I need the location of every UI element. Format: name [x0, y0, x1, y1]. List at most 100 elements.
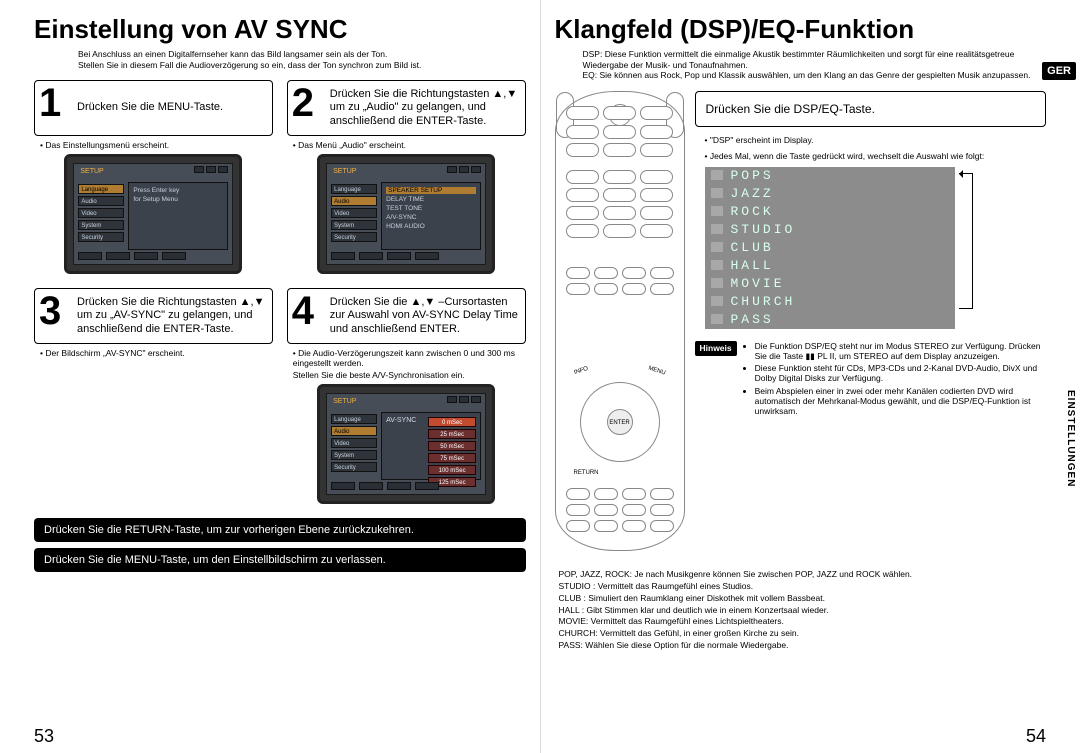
tv4-av0: 0 mSec	[428, 417, 476, 427]
step-2-num: 2	[292, 83, 314, 123]
tv4-av2: 50 mSec	[428, 441, 476, 451]
step-4-num: 4	[292, 291, 314, 331]
remote-num-btn[interactable]	[640, 206, 673, 220]
remote-btn[interactable]	[603, 106, 636, 120]
remote-btn[interactable]	[650, 520, 674, 532]
remote-num-btn[interactable]	[566, 224, 599, 238]
remote-num-btn[interactable]	[603, 170, 636, 184]
dsp-mode: CHURCH	[705, 293, 955, 311]
glossary-line: CHURCH: Vermittelt das Gefühl, in einer …	[559, 628, 1047, 640]
mode-glossary: POP, JAZZ, ROCK: Je nach Musikgenre könn…	[559, 569, 1047, 652]
tv4-av4: 100 mSec	[428, 465, 476, 475]
remote-btn[interactable]	[603, 125, 636, 139]
tv1-li-2: Video	[78, 208, 124, 218]
tv1-li-3: System	[78, 220, 124, 230]
remote-btn[interactable]	[622, 504, 646, 516]
dsp-instruction: Drücken Sie die DSP/EQ-Taste.	[695, 91, 1047, 127]
glossary-line: STUDIO : Vermittelt das Raumgefühl eines…	[559, 581, 1047, 593]
remote-num-btn[interactable]	[603, 188, 636, 202]
return-bar: Drücken Sie die RETURN-Taste, um zur vor…	[34, 518, 526, 542]
section-label: EINSTELLUNGEN	[1065, 390, 1076, 487]
remote-transport-btn[interactable]	[566, 267, 590, 279]
remote-btn[interactable]	[650, 488, 674, 500]
dsp-note-1: • "DSP" erscheint im Display.	[705, 135, 1047, 145]
remote-btn[interactable]	[622, 520, 646, 532]
dsp-panel: Drücken Sie die DSP/EQ-Taste. • "DSP" er…	[695, 91, 1047, 551]
tv1-li-0: Language	[78, 184, 124, 194]
dsp-mode: CLUB	[705, 239, 955, 257]
hinweis-badge: Hinweis	[695, 341, 737, 356]
page-num-left: 53	[34, 726, 54, 747]
dsp-mode: MOVIE	[705, 275, 955, 293]
tv1-hint1: Press Enter key	[133, 187, 223, 194]
remote-transport-btn[interactable]	[594, 283, 618, 295]
remote-btn[interactable]	[566, 143, 599, 157]
dsp-mode: HALL	[705, 257, 955, 275]
hinweis-item: Beim Abspielen einer in zwei oder mehr K…	[755, 386, 1046, 417]
step-4-text: Drücken Sie die ▲,▼ –Cursortasten zur Au…	[330, 296, 519, 337]
step-3-text: Drücken Sie die Richtungstasten ▲,▼ um z…	[77, 296, 266, 337]
remote-num-btn[interactable]	[566, 170, 599, 184]
remote-btn[interactable]	[566, 106, 599, 120]
tv2-li-3: System	[331, 220, 377, 230]
glossary-line: HALL : Gibt Stimmen klar und deutlich wi…	[559, 605, 1047, 617]
remote-num-btn[interactable]	[603, 224, 636, 238]
hinweis-item: Die Funktion DSP/EQ steht nur im Modus S…	[755, 341, 1046, 361]
step-2: 2 Drücken Sie die Richtungstasten ▲,▼ um…	[287, 80, 526, 282]
remote-num-btn[interactable]	[566, 206, 599, 220]
tv-screenshot-1: SETUP Language Audio Video System Securi…	[64, 154, 242, 274]
remote-num-btn[interactable]	[603, 206, 636, 220]
step-1-head: 1 Drücken Sie die MENU-Taste.	[34, 80, 273, 136]
remote-btn[interactable]	[566, 520, 590, 532]
tv4-av1: 25 mSec	[428, 429, 476, 439]
remote-btn[interactable]	[640, 143, 673, 157]
loop-arrow-icon	[959, 173, 973, 309]
tv2-li-1: Audio	[331, 196, 377, 206]
remote-num-btn[interactable]	[640, 224, 673, 238]
remote-transport-btn[interactable]	[650, 283, 674, 295]
step-4-note1: • Die Audio-Verzögerungszeit kann zwisch…	[293, 348, 526, 368]
remote-menu-label: MENU	[647, 365, 666, 376]
remote-btn[interactable]	[594, 520, 618, 532]
dsp-mode: STUDIO	[705, 221, 955, 239]
remote-diagram: INFO MENU ENTER RETURN	[555, 91, 685, 551]
remote-btn[interactable]	[640, 125, 673, 139]
remote-transport-btn[interactable]	[566, 283, 590, 295]
hinweis-item: Diese Funktion steht für CDs, MP3-CDs un…	[755, 363, 1046, 383]
tv4-av3: 75 mSec	[428, 453, 476, 463]
remote-enter-btn[interactable]: ENTER	[607, 409, 633, 435]
remote-transport-btn[interactable]	[594, 267, 618, 279]
tv-screenshot-2: SETUP Language Audio Video System Securi…	[317, 154, 495, 274]
remote-num-btn[interactable]	[640, 170, 673, 184]
remote-btn[interactable]	[650, 504, 674, 516]
page-54: GER EINSTELLUNGEN Klangfeld (DSP)/EQ-Fun…	[541, 0, 1080, 753]
step-3: 3 Drücken Sie die Richtungstasten ▲,▼ um…	[34, 288, 273, 512]
tv2-title: SETUP	[333, 168, 356, 175]
remote-return-label: RETURN	[574, 470, 599, 476]
remote-num-btn[interactable]	[566, 188, 599, 202]
tv2-li-2: Video	[331, 208, 377, 218]
remote-dpad[interactable]: ENTER	[580, 382, 660, 462]
step-2-text: Drücken Sie die Richtungstasten ▲,▼ um z…	[330, 88, 519, 129]
lang-badge: GER	[1042, 62, 1076, 80]
step-4-head: 4 Drücken Sie die ▲,▼ –Cursortasten zur …	[287, 288, 526, 344]
remote-transport-btn[interactable]	[650, 267, 674, 279]
remote-btn[interactable]	[566, 125, 599, 139]
remote-btn[interactable]	[640, 106, 673, 120]
step-2-head: 2 Drücken Sie die Richtungstasten ▲,▼ um…	[287, 80, 526, 136]
tv4-avtitle: AV-SYNC	[386, 417, 416, 424]
remote-btn[interactable]	[594, 488, 618, 500]
remote-btn[interactable]	[566, 488, 590, 500]
remote-transport-btn[interactable]	[622, 283, 646, 295]
remote-transport-btn[interactable]	[622, 267, 646, 279]
remote-btn[interactable]	[566, 504, 590, 516]
remote-btn[interactable]	[594, 504, 618, 516]
step-1-text: Drücken Sie die MENU-Taste.	[77, 101, 223, 115]
remote-btn[interactable]	[603, 143, 636, 157]
tv2-a1: DELAY TIME	[386, 196, 476, 203]
dsp-mode-list: POPS▼ JAZZ▼ ROCK▼ STUDIO▼ CLUB▼ HALL▼ MO…	[705, 167, 955, 329]
remote-btn[interactable]	[622, 488, 646, 500]
remote-num-btn[interactable]	[640, 188, 673, 202]
dsp-mode: PASS	[705, 311, 955, 329]
page-num-right: 54	[1026, 726, 1046, 747]
